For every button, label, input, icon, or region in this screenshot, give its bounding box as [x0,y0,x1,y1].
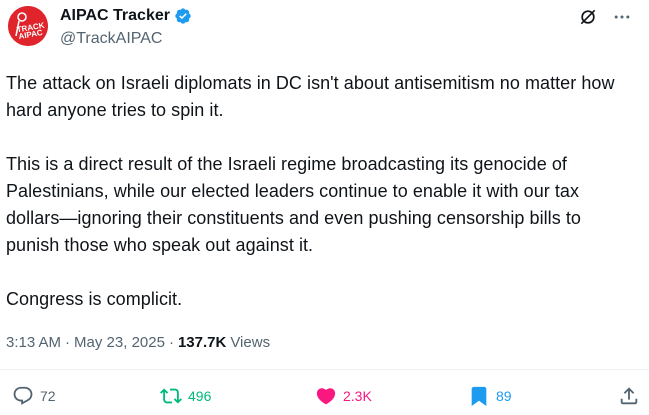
meta-separator: · [65,333,71,351]
bookmark-button[interactable]: 89 [468,385,512,407]
author-block: AIPAC Tracker @TrackAIPAC [60,6,192,48]
bookmark-icon [471,386,487,407]
views-count: 137.7K [177,333,227,351]
post-paragraph: Congress is complicit. [6,289,183,309]
header-actions [577,6,633,28]
like-icon [316,388,336,405]
post-date[interactable]: May 23, 2025 [74,334,165,351]
repost-button[interactable]: 496 [160,385,211,407]
like-button[interactable]: 2.3K [315,385,372,407]
author-handle[interactable]: @TrackAIPAC [60,30,192,48]
grok-icon[interactable] [577,6,599,28]
post-header: TRACK AIPAC AIPAC Tracker @TrackAIPAC [8,6,641,50]
reply-count: 72 [40,388,56,404]
divider [0,369,649,370]
verified-badge-icon[interactable] [174,7,192,25]
name-row: AIPAC Tracker [60,6,192,26]
share-icon [620,387,638,405]
post-paragraph: The attack on Israeli diplomats in DC is… [6,73,615,120]
display-name[interactable]: AIPAC Tracker [60,7,170,25]
views-label: Views [230,333,271,351]
repost-icon [160,388,182,404]
repost-count: 496 [188,388,212,404]
more-icon[interactable] [611,6,633,28]
action-bar: 72 496 2.3K 89 [0,385,649,415]
post-paragraph: This is a direct result of the Israeli r… [6,154,581,255]
post-time[interactable]: 3:13 AM [6,334,61,351]
bookmark-count: 89 [496,388,512,404]
meta-separator: · [168,333,174,351]
avatar[interactable]: TRACK AIPAC [8,6,48,46]
like-count: 2.3K [343,388,372,404]
reply-button[interactable]: 72 [12,385,56,407]
reply-icon [13,386,33,405]
share-button[interactable] [618,385,646,407]
post-meta: 3:13 AM · May 23, 2025 · 137.7K Views [6,332,270,352]
post-text: The attack on Israeli diplomats in DC is… [6,70,636,313]
